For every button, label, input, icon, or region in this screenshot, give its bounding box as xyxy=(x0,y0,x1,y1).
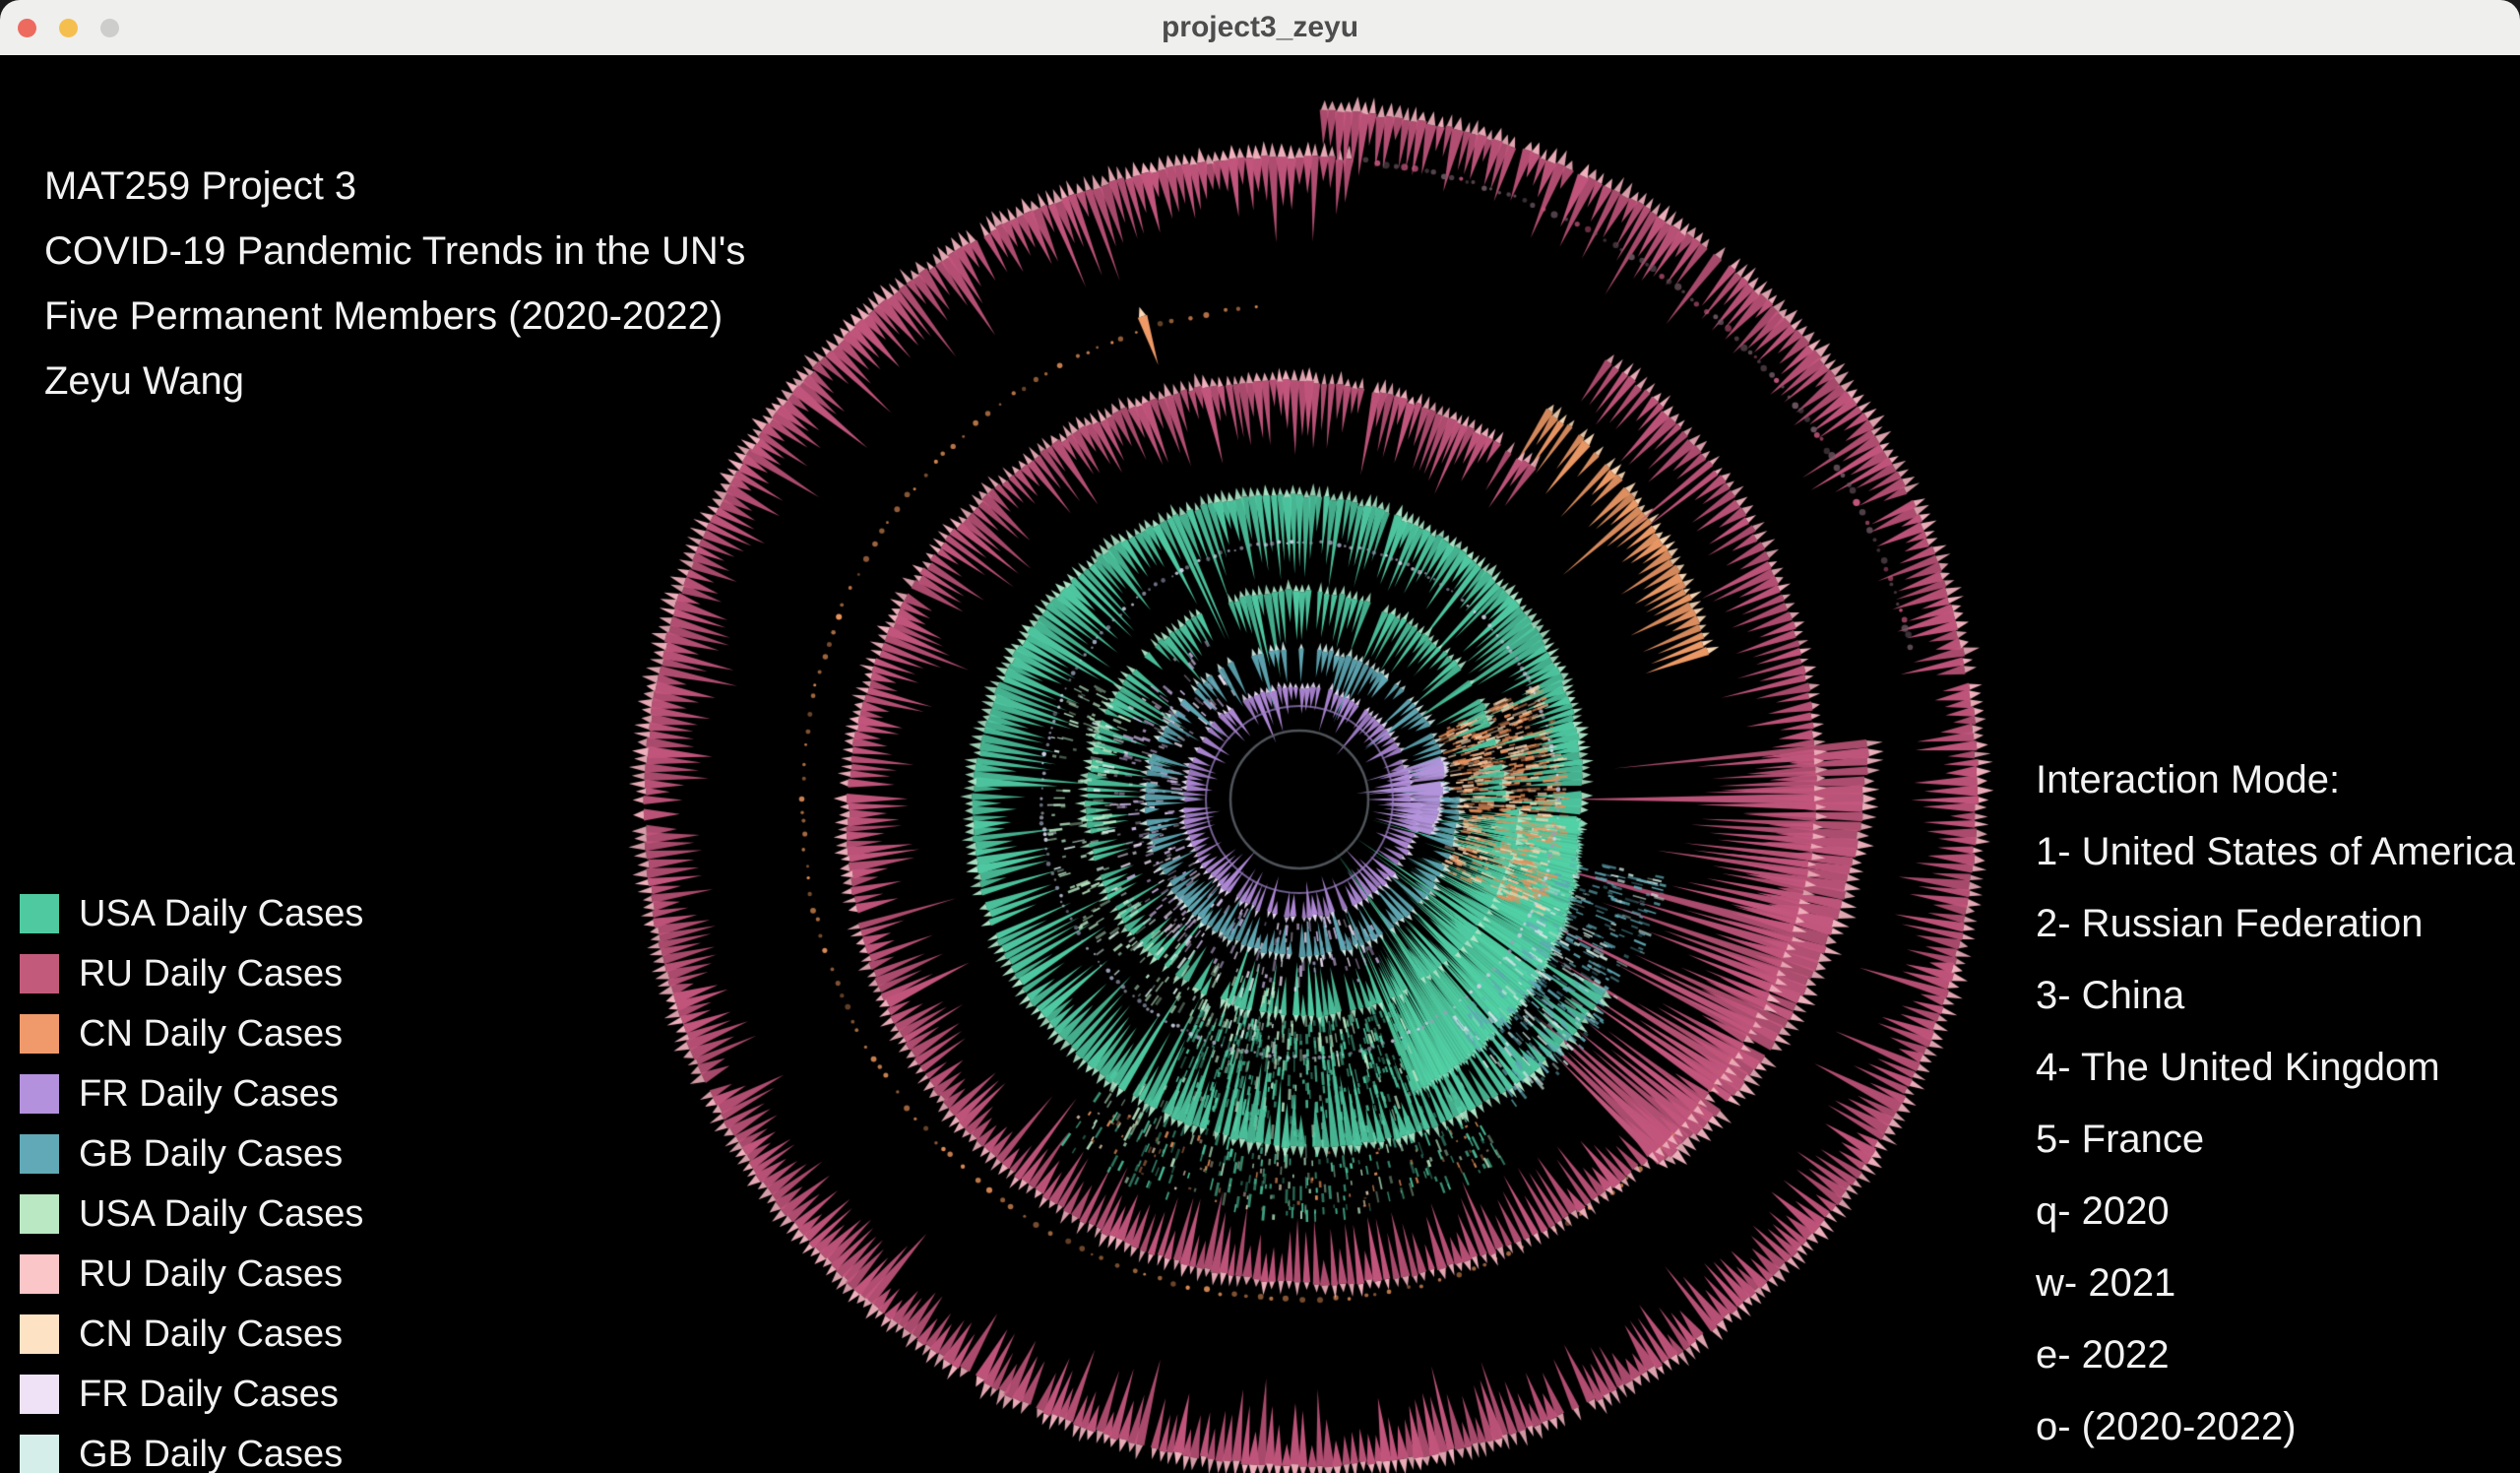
legend-label: USA Daily Cases xyxy=(79,1193,363,1236)
legend-item: CN Daily Cases xyxy=(20,1014,363,1054)
legend-swatch xyxy=(20,1314,59,1354)
legend-label: GB Daily Cases xyxy=(79,1434,343,1473)
sketch-content-area: MAT259 Project 3COVID-19 Pandemic Trends… xyxy=(0,55,2520,1473)
interaction-item: e- 2022 xyxy=(2036,1319,2520,1391)
legend-swatch xyxy=(20,1194,59,1234)
legend-label: FR Daily Cases xyxy=(79,1073,339,1116)
legend-item: FR Daily Cases xyxy=(20,1074,363,1114)
legend-item: USA Daily Cases xyxy=(20,894,363,933)
window-title: project3_zeyu xyxy=(0,0,2520,55)
legend-swatch xyxy=(20,954,59,993)
interaction-item: 5- France xyxy=(2036,1104,2520,1176)
legend-swatch xyxy=(20,1074,59,1114)
legend-swatch xyxy=(20,1254,59,1294)
legend-item: CN Daily Cases xyxy=(20,1314,363,1354)
interaction-item: o- (2020-2022) xyxy=(2036,1391,2520,1463)
legend-label: RU Daily Cases xyxy=(79,1253,343,1296)
interaction-item-list: 1- United States of America2- Russian Fe… xyxy=(2036,816,2520,1473)
interaction-item: w- 2021 xyxy=(2036,1248,2520,1319)
legend-item: USA Daily Cases xyxy=(20,1194,363,1234)
interaction-item: 3- China xyxy=(2036,960,2520,1032)
legend-swatch xyxy=(20,1134,59,1174)
legend-swatch xyxy=(20,894,59,933)
legend-swatch xyxy=(20,1435,59,1473)
legend-label: CN Daily Cases xyxy=(79,1013,343,1056)
legend-item: FR Daily Cases xyxy=(20,1375,363,1414)
header-line: MAT259 Project 3 xyxy=(44,154,745,219)
legend: USA Daily Cases RU Daily Cases CN Daily Ca… xyxy=(20,894,363,1473)
interaction-item: UP & DOWN- wave cases xyxy=(2036,1463,2520,1473)
project-header: MAT259 Project 3COVID-19 Pandemic Trends… xyxy=(44,154,745,414)
legend-item: GB Daily Cases xyxy=(20,1435,363,1473)
legend-item: RU Daily Cases xyxy=(20,954,363,993)
header-line: COVID-19 Pandemic Trends in the UN's xyxy=(44,219,745,284)
window-titlebar[interactable]: project3_zeyu xyxy=(0,0,2520,56)
interaction-item: 2- Russian Federation xyxy=(2036,888,2520,960)
legend-label: USA Daily Cases xyxy=(79,893,363,935)
interaction-item: q- 2020 xyxy=(2036,1176,2520,1248)
app-window: project3_zeyu MAT259 Project 3COVID-19 P… xyxy=(0,0,2520,1473)
legend-item: GB Daily Cases xyxy=(20,1134,363,1174)
legend-swatch xyxy=(20,1014,59,1054)
header-line: Zeyu Wang xyxy=(44,349,745,414)
interaction-panel: Interaction Mode: 1- United States of Am… xyxy=(2036,744,2520,1473)
interaction-item: 1- United States of America xyxy=(2036,816,2520,888)
interaction-item: 4- The United Kingdom xyxy=(2036,1032,2520,1104)
legend-label: FR Daily Cases xyxy=(79,1374,339,1416)
legend-label: CN Daily Cases xyxy=(79,1313,343,1356)
legend-label: RU Daily Cases xyxy=(79,953,343,995)
interaction-panel-title: Interaction Mode: xyxy=(2036,744,2520,816)
header-line: Five Permanent Members (2020-2022) xyxy=(44,284,745,349)
legend-label: GB Daily Cases xyxy=(79,1133,343,1176)
legend-item: RU Daily Cases xyxy=(20,1254,363,1294)
legend-swatch xyxy=(20,1375,59,1414)
